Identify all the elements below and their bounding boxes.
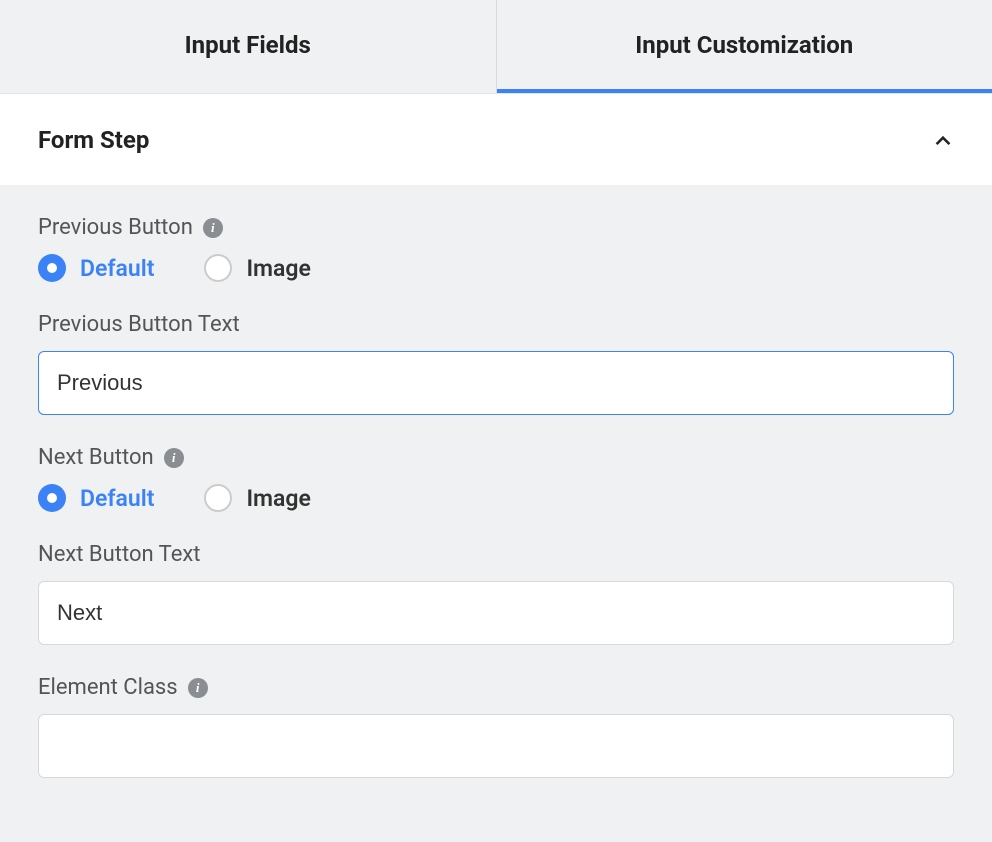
previous-button-group: Previous Button i Default Image <box>38 215 954 282</box>
info-icon[interactable]: i <box>164 448 184 468</box>
radio-icon <box>204 484 232 512</box>
tab-input-fields-label: Input Fields <box>185 31 311 59</box>
previous-button-text-label: Previous Button Text <box>38 312 240 337</box>
previous-button-default-label: Default <box>80 255 154 282</box>
next-button-text-label: Next Button Text <box>38 542 201 567</box>
next-button-text-group: Next Button Text <box>38 542 954 645</box>
next-button-group: Next Button i Default Image <box>38 445 954 512</box>
next-button-default-label: Default <box>80 485 154 512</box>
next-button-label: Next Button <box>38 445 154 470</box>
content-panel: Previous Button i Default Image Previous… <box>0 185 992 778</box>
next-button-image-label: Image <box>246 485 310 512</box>
previous-button-label: Previous Button <box>38 215 193 240</box>
previous-button-default-radio[interactable]: Default <box>38 254 154 282</box>
tab-input-customization[interactable]: Input Customization <box>497 0 992 93</box>
tab-input-fields[interactable]: Input Fields <box>0 0 496 93</box>
info-icon[interactable]: i <box>188 678 208 698</box>
previous-button-text-group: Previous Button Text <box>38 312 954 415</box>
tab-input-customization-label: Input Customization <box>635 31 853 59</box>
element-class-label: Element Class <box>38 675 178 700</box>
previous-button-image-radio[interactable]: Image <box>204 254 310 282</box>
info-icon[interactable]: i <box>203 218 223 238</box>
tabs-container: Input Fields Input Customization <box>0 0 992 93</box>
element-class-input[interactable] <box>38 714 954 778</box>
previous-button-text-input[interactable] <box>38 351 954 415</box>
section-title: Form Step <box>38 126 149 154</box>
element-class-group: Element Class i <box>38 675 954 778</box>
radio-icon <box>38 484 66 512</box>
radio-icon <box>204 254 232 282</box>
radio-icon <box>38 254 66 282</box>
chevron-up-icon[interactable] <box>932 129 954 151</box>
next-button-image-radio[interactable]: Image <box>204 484 310 512</box>
next-button-text-input[interactable] <box>38 581 954 645</box>
next-button-default-radio[interactable]: Default <box>38 484 154 512</box>
section-header[interactable]: Form Step <box>0 93 992 185</box>
previous-button-image-label: Image <box>246 255 310 282</box>
